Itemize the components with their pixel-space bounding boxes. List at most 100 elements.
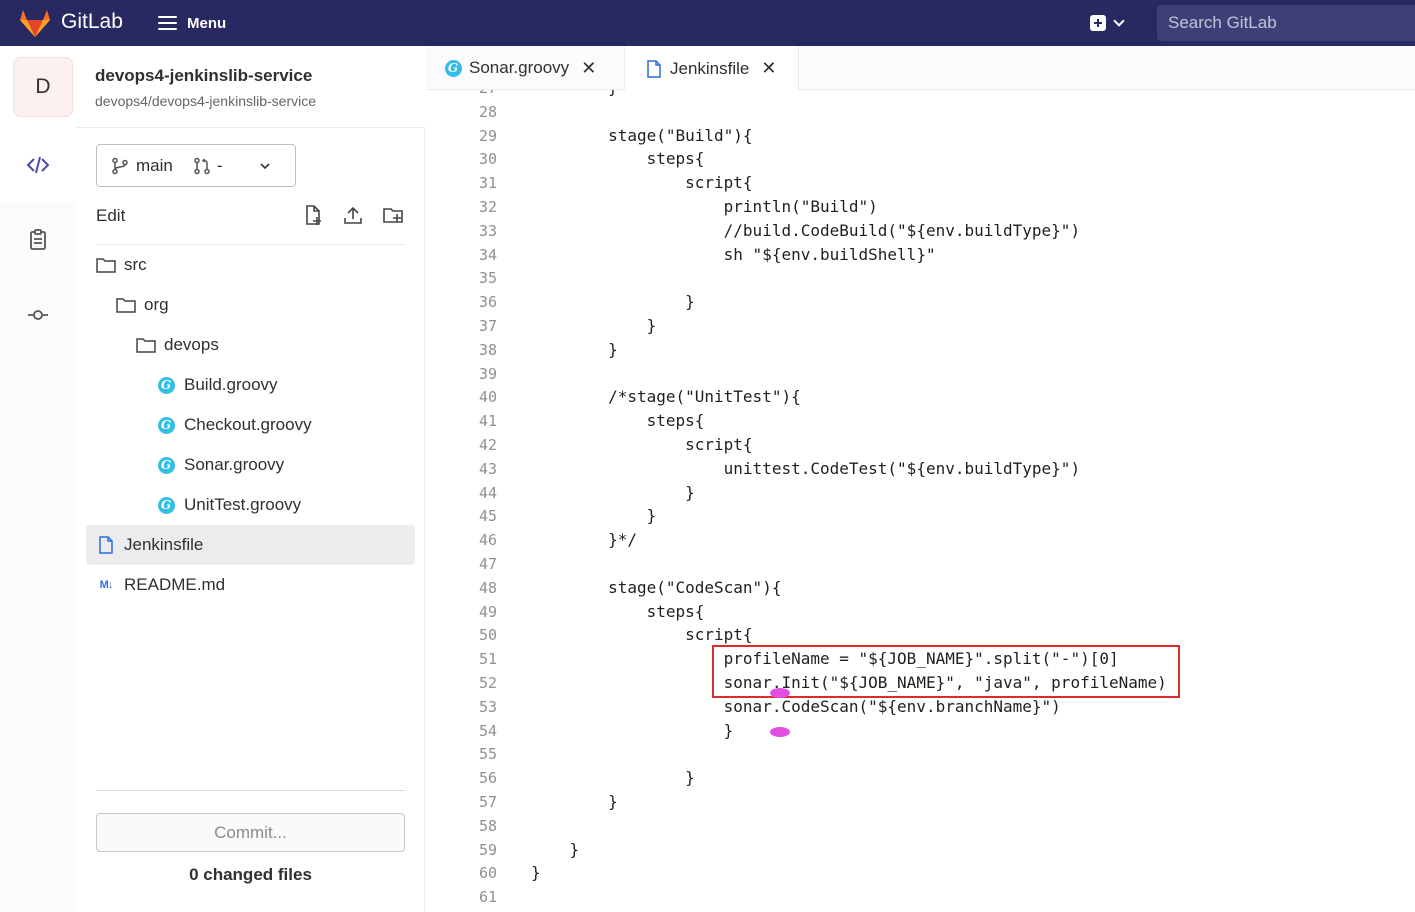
line-number: 36 — [478, 293, 497, 312]
code-text: } — [531, 720, 734, 740]
tab-label: Jenkinsfile — [670, 58, 750, 78]
file-tree-panel: main - Edit src org devops G Build.groovy G Ch… — [76, 128, 425, 912]
tree-folder[interactable]: src — [86, 245, 415, 285]
new-file-icon[interactable] — [302, 204, 324, 226]
tree-item-label: devops — [164, 335, 219, 354]
tree-item-label: Jenkinsfile — [124, 535, 204, 554]
line-number: 51 — [478, 650, 497, 669]
merge-request-icon — [194, 157, 210, 174]
code-line: 29 stage("Build"){ — [426, 124, 1415, 148]
line-number: 35 — [478, 269, 497, 288]
line-number: 48 — [478, 578, 497, 597]
project-name[interactable]: devops4-jenkinslib-service — [95, 66, 312, 86]
line-number: 52 — [478, 674, 497, 692]
code-text: script{ — [531, 173, 753, 193]
code-line: 59 } — [426, 838, 1415, 862]
code-text: sonar.Init("${JOB_NAME}", "java", profil… — [531, 673, 1167, 692]
folder-icon — [136, 335, 156, 355]
tree-file[interactable]: Jenkinsfile — [86, 525, 415, 565]
code-line: 56 } — [426, 766, 1415, 790]
code-text: script{ — [531, 435, 753, 454]
upload-icon[interactable] — [342, 204, 364, 226]
tree-item-label: org — [144, 295, 169, 314]
code-text: //build.CodeBuild("${env.buildType}") — [531, 220, 1081, 240]
code-line: 55 — [426, 742, 1415, 766]
code-edit-icon[interactable] — [26, 153, 50, 177]
tree-item-label: README.md — [124, 575, 226, 594]
code-text: } — [531, 90, 618, 100]
search-input[interactable]: Search GitLab — [1157, 5, 1415, 41]
line-number: 30 — [478, 150, 497, 169]
tree-file[interactable]: G Checkout.groovy — [86, 405, 415, 445]
folder-icon — [116, 295, 136, 315]
code-line: 50 script{ — [426, 623, 1415, 647]
tab-label: Sonar.groovy — [469, 58, 570, 77]
commit-icon[interactable] — [26, 303, 50, 327]
line-number: 58 — [478, 816, 497, 835]
line-number: 39 — [478, 364, 497, 383]
code-line: 54 } — [426, 719, 1415, 743]
line-number: 60 — [478, 864, 497, 883]
line-number: 49 — [478, 602, 497, 621]
code-line: 49 steps{ — [426, 600, 1415, 624]
changed-files-count: 0 changed files — [189, 865, 312, 884]
project-avatar[interactable]: D — [13, 57, 73, 117]
line-number: 38 — [478, 340, 497, 359]
commit-button[interactable]: Commit... — [96, 813, 405, 852]
line-number: 53 — [478, 697, 497, 716]
code-text: } — [531, 863, 541, 883]
line-number: 41 — [478, 412, 497, 431]
review-clipboard-icon[interactable] — [26, 228, 50, 252]
line-number: 29 — [478, 126, 497, 145]
activity-bar — [0, 127, 76, 912]
close-icon[interactable]: ✕ — [761, 58, 776, 79]
branch-selector[interactable]: main - — [96, 144, 296, 187]
code-text: }*/ — [531, 530, 637, 550]
tab-sonar-groovy[interactable]: G Sonar.groovy ✕ — [444, 46, 624, 90]
tree-file[interactable]: M↓ README.md — [86, 565, 415, 605]
tree-folder[interactable]: devops — [86, 325, 415, 365]
code-text: steps{ — [531, 149, 705, 169]
line-number: 46 — [478, 531, 497, 550]
file-icon — [96, 535, 116, 555]
code-editor[interactable]: 27 }2829 stage("Build"){30 steps{31 scri… — [426, 90, 1415, 912]
gitlab-logo-icon[interactable] — [18, 8, 52, 38]
line-number: 57 — [478, 793, 497, 811]
plus-square-icon — [1090, 15, 1106, 31]
chevron-down-icon — [1113, 15, 1125, 27]
line-number: 54 — [478, 721, 497, 740]
line-number: 56 — [478, 769, 497, 788]
line-number: 43 — [478, 459, 497, 478]
close-icon[interactable]: ✕ — [581, 58, 596, 79]
tree-file[interactable]: G UnitTest.groovy — [86, 485, 415, 525]
tree-item-label: Sonar.groovy — [184, 455, 285, 474]
tree-folder[interactable]: org — [86, 285, 415, 325]
file-icon — [647, 59, 661, 78]
line-number: 37 — [478, 317, 497, 335]
code-text: } — [531, 768, 695, 788]
line-number: 27 — [426, 90, 497, 100]
code-line: 40 /*stage("UnitTest"){ — [426, 385, 1415, 409]
new-folder-icon[interactable] — [382, 204, 404, 226]
code-line: 47 — [426, 552, 1415, 576]
code-text: sh "${env.buildShell}" — [531, 244, 936, 264]
branch-icon — [112, 157, 128, 174]
code-text: } — [531, 316, 657, 335]
code-line: 57 } — [426, 790, 1415, 814]
line-number: 47 — [478, 555, 497, 573]
menu-button[interactable]: Menu — [158, 11, 226, 35]
tree-file[interactable]: G Build.groovy — [86, 365, 415, 405]
code-line: 46 }*/ — [426, 528, 1415, 552]
new-dropdown-button[interactable] — [1090, 12, 1134, 34]
tab-jenkinsfile[interactable]: Jenkinsfile ✕ — [624, 46, 799, 91]
code-line: 43 unittest.CodeTest("${env.buildType}") — [426, 457, 1415, 481]
code-text: stage("CodeScan"){ — [531, 577, 782, 597]
top-navbar: GitLab Menu Search GitLab — [0, 0, 1415, 46]
line-number: 42 — [478, 436, 497, 454]
code-line: 44 } — [426, 481, 1415, 505]
groovy-file-icon: G — [156, 455, 176, 475]
code-line: 52 sonar.Init("${JOB_NAME}", "java", pro… — [426, 671, 1415, 695]
tree-file[interactable]: G Sonar.groovy — [86, 445, 415, 485]
code-text: unittest.CodeTest("${env.buildType}") — [531, 458, 1081, 478]
brand-name[interactable]: GitLab — [61, 10, 123, 34]
